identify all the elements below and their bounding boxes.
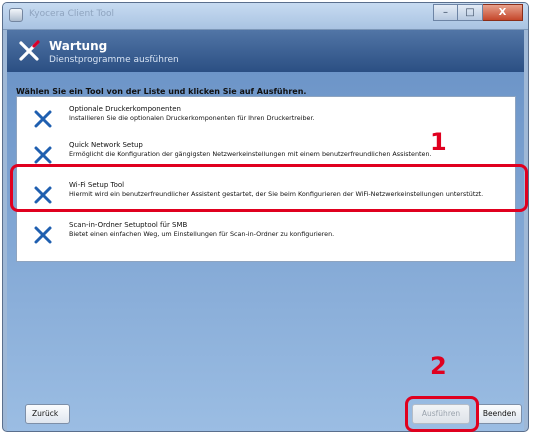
wrench-screwdriver-icon: [34, 146, 52, 164]
tool-name: Scan-in-Ordner Setuptool für SMB: [69, 221, 188, 229]
instruction-text: Wählen Sie ein Tool von der Liste und kl…: [16, 87, 307, 96]
page-title: Wartung: [49, 39, 108, 53]
window-title: Kyocera Client Tool: [29, 9, 115, 19]
header-banner: Wartung Dienstprogramme ausführen: [7, 30, 524, 72]
tool-item-scan-to-folder-setup[interactable]: Scan-in-Ordner Setuptool für SMB Bietet …: [17, 217, 515, 249]
selection-highlight-outline: [10, 164, 528, 212]
tool-name: Quick Network Setup: [69, 141, 143, 149]
tool-description: Ermöglicht die Konfiguration der gängigs…: [69, 150, 432, 158]
app-icon: [9, 8, 23, 22]
close-button[interactable]: X: [483, 4, 523, 21]
maximize-button[interactable]: □: [458, 4, 483, 21]
window-controls: – □ X: [433, 4, 523, 21]
step-marker-1: 1: [430, 128, 447, 156]
tool-description: Installieren Sie die optionalen Druckerk…: [69, 114, 315, 122]
minimize-button[interactable]: –: [433, 4, 458, 21]
step-marker-2: 2: [430, 352, 447, 380]
wrench-screwdriver-icon: [19, 40, 40, 61]
wrench-screwdriver-icon: [34, 110, 52, 128]
wrench-screwdriver-icon: [34, 226, 52, 244]
tool-name: Optionale Druckerkomponenten: [69, 105, 181, 113]
title-bar: Kyocera Client Tool – □ X: [3, 3, 528, 30]
back-button[interactable]: Zurück: [25, 404, 70, 424]
run-button-highlight-outline: [405, 396, 479, 432]
tool-description: Bietet einen einfachen Weg, um Einstellu…: [69, 230, 335, 238]
page-subtitle: Dienstprogramme ausführen: [49, 55, 179, 65]
exit-button[interactable]: Beenden: [477, 404, 522, 424]
